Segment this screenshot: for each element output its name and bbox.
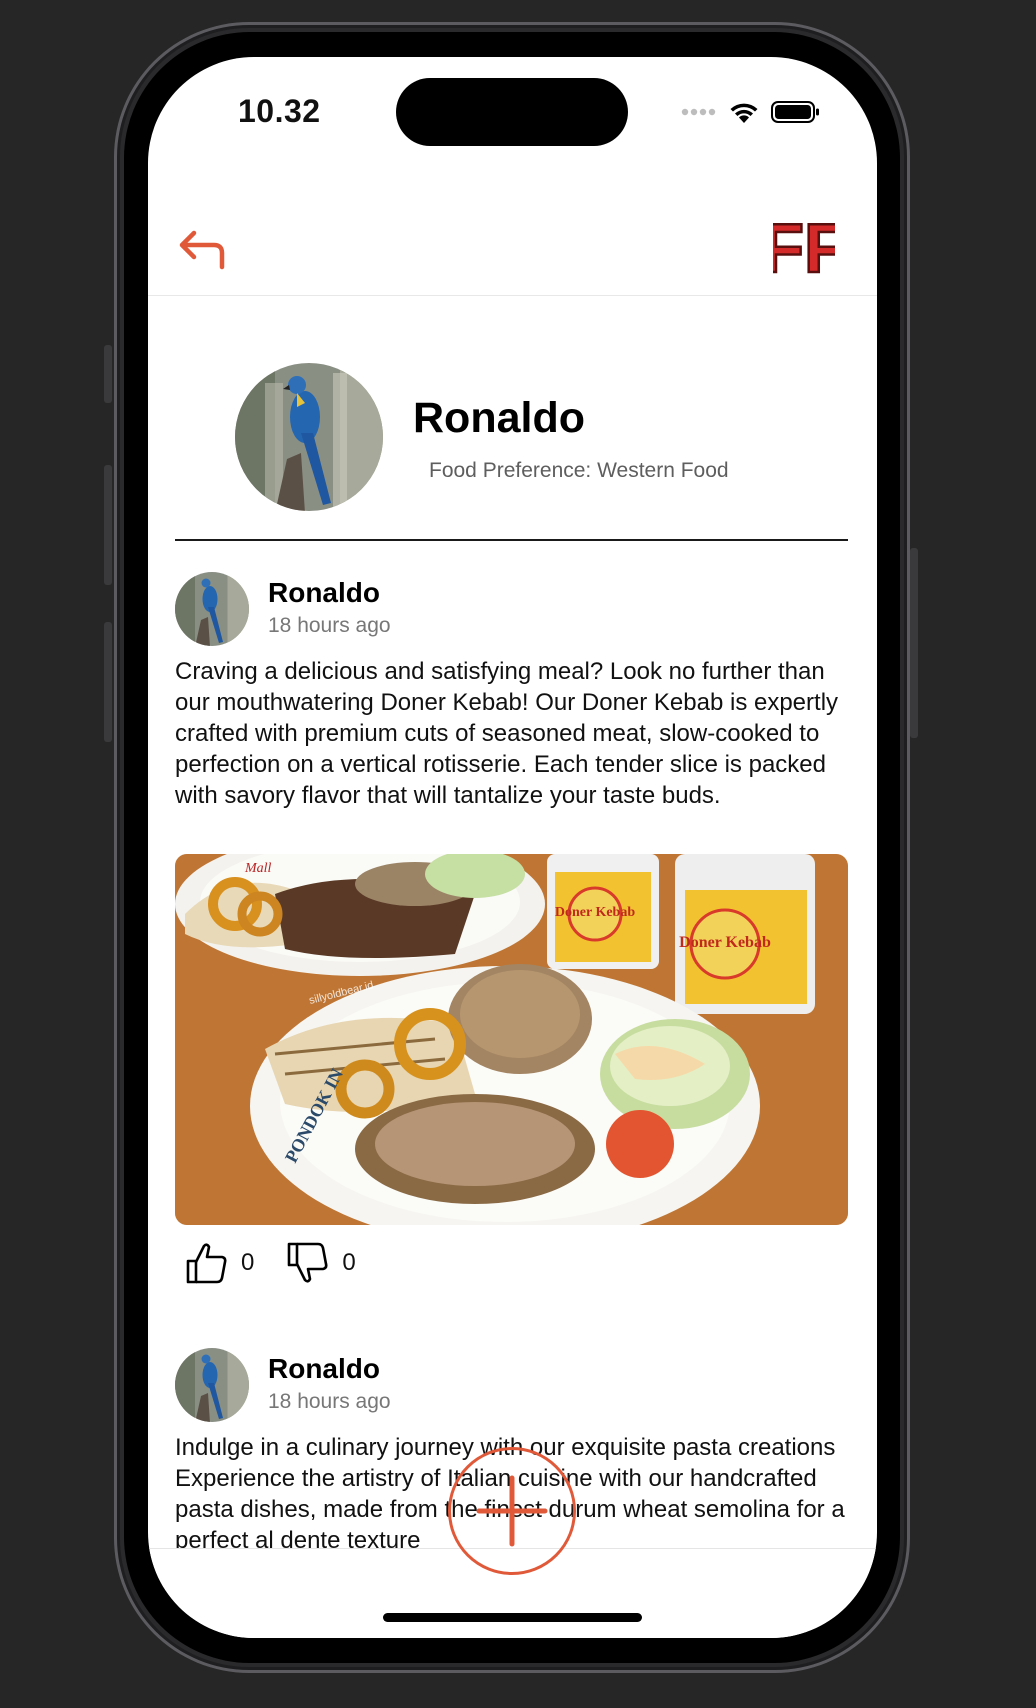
thumbs-up-icon bbox=[186, 1243, 227, 1284]
wifi-icon bbox=[730, 103, 758, 123]
back-button[interactable] bbox=[174, 223, 230, 279]
post-reactions: 0 0 bbox=[185, 1240, 356, 1286]
back-arrow-icon bbox=[179, 230, 225, 270]
power-button bbox=[910, 548, 918, 738]
svg-text:Doner Kebab: Doner Kebab bbox=[679, 934, 771, 951]
phone-screen: 10.32 FF Ronaldo Food Preference: Wester… bbox=[148, 57, 877, 1638]
status-icons bbox=[681, 97, 821, 127]
like-button[interactable]: 0 bbox=[185, 1241, 254, 1285]
nav-bar: FF bbox=[148, 177, 877, 296]
profile-feed[interactable]: Ronaldo Food Preference: Western Food Ro… bbox=[148, 296, 877, 1548]
post-avatar bbox=[175, 1348, 249, 1422]
profile-avatar bbox=[235, 363, 383, 511]
svg-text:Mall: Mall bbox=[244, 861, 272, 876]
profile-divider bbox=[175, 539, 848, 541]
app-logo: FF bbox=[760, 208, 848, 289]
dynamic-island bbox=[396, 78, 628, 146]
svg-text:Doner Kebab: Doner Kebab bbox=[555, 905, 635, 920]
thumbs-down-icon bbox=[288, 1242, 328, 1283]
dislike-count: 0 bbox=[342, 1249, 356, 1276]
profile-name: Ronaldo bbox=[413, 394, 585, 442]
post-time: 18 hours ago bbox=[268, 1390, 391, 1413]
add-post-button[interactable] bbox=[448, 1447, 576, 1575]
post-avatar bbox=[175, 572, 249, 646]
home-indicator bbox=[383, 1613, 642, 1622]
post-author: Ronaldo bbox=[268, 577, 380, 608]
plus-icon bbox=[476, 1475, 548, 1547]
logo-text: FF bbox=[773, 212, 835, 278]
like-count: 0 bbox=[241, 1249, 255, 1276]
battery-icon bbox=[771, 101, 819, 123]
post-time: 18 hours ago bbox=[268, 614, 391, 637]
post-author: Ronaldo bbox=[268, 1353, 380, 1384]
dislike-button[interactable]: 0 bbox=[286, 1241, 356, 1285]
status-time: 10.32 bbox=[238, 93, 321, 129]
volume-down-button bbox=[104, 622, 112, 742]
food-preference: Food Preference: Western Food bbox=[429, 459, 729, 482]
post-image: Mall Doner Kebab Doner Kebab PONDOK IN s… bbox=[175, 854, 848, 1225]
action-button bbox=[104, 345, 112, 403]
post-text: Craving a delicious and satisfying meal?… bbox=[175, 658, 839, 809]
signal-icon bbox=[681, 108, 716, 116]
volume-up-button bbox=[104, 465, 112, 585]
